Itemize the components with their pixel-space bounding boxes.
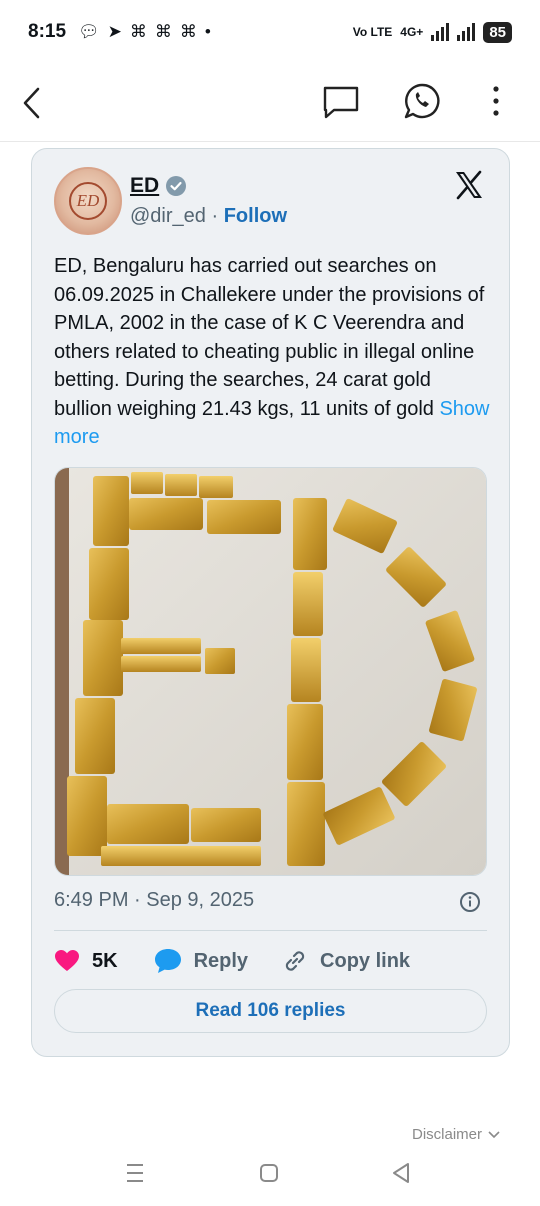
author-handle[interactable]: @dir_ed (130, 205, 206, 227)
chat-icon: 💬︎ (78, 22, 100, 41)
read-replies-button[interactable]: Read 106 replies (54, 989, 487, 1033)
chevron-down-icon (488, 1130, 500, 1138)
copy-link-button[interactable]: Copy link (282, 948, 410, 974)
verified-badge-icon (166, 176, 187, 196)
system-nav-bar (0, 1156, 540, 1196)
info-icon[interactable] (459, 891, 481, 913)
volte-label: Vo LTE (352, 25, 393, 39)
like-button[interactable]: 5K (54, 949, 118, 973)
avatar[interactable]: ED (54, 167, 122, 235)
heart-icon (55, 950, 79, 971)
status-time: 8:15 (28, 21, 67, 42)
notification-icons: 💬︎ ➤ ⌘ ⌘ ⌘ • (78, 22, 211, 42)
tweet-actions: 5K Reply Copy link (54, 944, 494, 978)
status-bar: 8:15 💬︎ ➤ ⌘ ⌘ ⌘ • Vo LTE 4G+ 85 (0, 0, 540, 64)
more-vertical-icon[interactable] (492, 84, 500, 118)
telegram-icon: ➤ (107, 22, 122, 41)
signal-icon (457, 23, 476, 41)
author-name[interactable]: ED (130, 174, 187, 198)
comment-icon[interactable] (322, 84, 360, 120)
copy-link-label: Copy link (320, 949, 411, 972)
app-icon: ⌘ (154, 22, 172, 41)
divider (54, 930, 487, 931)
ed-logo: ED (69, 182, 107, 220)
reply-button[interactable]: Reply (154, 948, 248, 974)
tweet-body: ED, Bengaluru has carried out searches o… (54, 255, 485, 420)
home-icon[interactable] (258, 1162, 280, 1184)
recent-apps-icon[interactable] (124, 1162, 146, 1184)
tweet-timestamp[interactable]: 6:49 PM · Sep 9, 2025 (54, 889, 254, 912)
app-icon: ⌘ (179, 22, 197, 41)
app-icon: ⌘ (129, 22, 147, 41)
disclaimer-label: Disclaimer (412, 1126, 483, 1143)
author-name-text: ED (130, 174, 160, 197)
author-handle-row: @dir_ed · Follow (130, 205, 287, 228)
battery-indicator: 85 (483, 21, 512, 43)
x-logo-icon[interactable] (453, 169, 485, 201)
tweet-text: ED, Bengaluru has carried out searches o… (54, 252, 494, 452)
reply-label: Reply (193, 949, 249, 972)
like-count: 5K (92, 949, 118, 972)
separator: · (211, 205, 219, 227)
back-arrow-icon[interactable] (20, 86, 44, 120)
tweet-photo[interactable] (54, 467, 487, 876)
gold-bars-ed-image (55, 468, 486, 875)
reply-bubble-icon (154, 949, 181, 973)
signal-icon (431, 23, 450, 41)
network-type: 4G+ (400, 25, 424, 39)
follow-button[interactable]: Follow (224, 205, 287, 227)
back-nav-icon[interactable] (390, 1161, 412, 1185)
dot-icon: • (204, 22, 211, 41)
tweet-card: ED ED @dir_ed · Follow ED, Bengaluru has… (31, 148, 510, 1057)
link-icon (285, 951, 305, 971)
whatsapp-icon[interactable] (403, 82, 441, 120)
app-bar (0, 64, 540, 142)
disclaimer-toggle[interactable]: Disclaimer (412, 1126, 500, 1143)
